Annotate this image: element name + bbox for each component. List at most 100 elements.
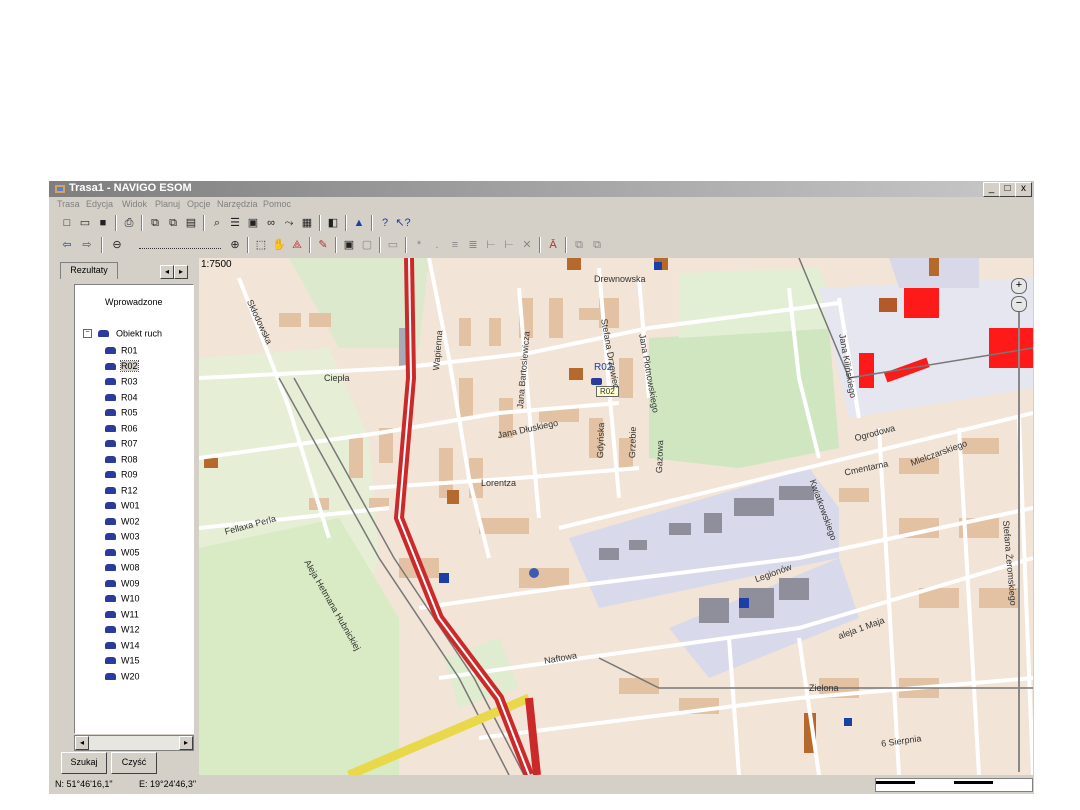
collapse-icon[interactable]: − (83, 329, 92, 339)
toolbar-separator (405, 237, 407, 253)
back-icon[interactable]: ⇦ (59, 237, 75, 253)
tree-node[interactable]: R03 (105, 376, 138, 390)
paste-icon[interactable]: ⧉ (165, 215, 181, 231)
toolbar-separator (203, 215, 205, 231)
scroll-right-button[interactable]: ▸ (179, 736, 193, 750)
tree-icon[interactable]: ⊢ (483, 237, 499, 253)
align-icon[interactable]: ≡ (447, 237, 463, 253)
navigo-icon[interactable]: ▲ (351, 215, 367, 231)
import-icon[interactable]: ⧉ (589, 237, 605, 253)
tree-node[interactable]: W10 (105, 593, 140, 607)
dot-icon[interactable]: . (429, 237, 445, 253)
zoom-track[interactable] (1018, 312, 1020, 772)
tree-node[interactable]: R08 (105, 454, 138, 468)
car-icon (105, 610, 116, 618)
tree-node[interactable]: W20 (105, 671, 140, 685)
tree-node[interactable]: W09 (105, 578, 140, 592)
select-icon[interactable]: ⬚ (253, 237, 269, 253)
message-icon[interactable]: ▭ (385, 237, 401, 253)
menu-edycja[interactable]: Edycja (86, 199, 113, 209)
horizontal-scrollbar[interactable]: ◂ ▸ (74, 735, 194, 751)
tree-node[interactable]: R01 (105, 345, 138, 359)
tree-node[interactable]: W14 (105, 640, 140, 654)
help-icon[interactable]: ? (377, 215, 393, 231)
menu-widok[interactable]: Widok (122, 199, 147, 209)
tree-node[interactable]: R07 (105, 438, 138, 452)
zoom-in-map-icon[interactable]: + (1011, 278, 1027, 294)
window-title: Trasa1 - NAVIGO ESOM (69, 182, 192, 194)
new-icon[interactable]: □ (59, 215, 75, 231)
tab-rezultaty[interactable]: Rezultaty (60, 262, 118, 279)
forward-icon[interactable]: ⇨ (79, 237, 95, 253)
tree-node[interactable]: R05 (105, 407, 138, 421)
zoom-out-map-icon[interactable]: − (1011, 296, 1027, 312)
tab-scroll-right-button[interactable]: ▸ (174, 265, 188, 279)
tree-node[interactable]: W02 (105, 516, 140, 530)
layers-icon[interactable]: ▣ (245, 215, 261, 231)
save-icon[interactable]: ■ (95, 215, 111, 231)
copy-icon[interactable]: ⧉ (147, 215, 163, 231)
menu-trasa[interactable]: Trasa (57, 199, 80, 209)
car-icon (105, 486, 116, 494)
car-icon (105, 378, 116, 386)
menu-opcje[interactable]: Opcje (187, 199, 211, 209)
menu-pomoc[interactable]: Pomoc (263, 199, 291, 209)
tree-node[interactable]: W08 (105, 562, 140, 576)
clear-button[interactable]: Czyść (111, 752, 157, 774)
car-icon (105, 362, 116, 370)
tree-node[interactable]: W12 (105, 624, 140, 638)
grid-icon[interactable]: ▦ (299, 215, 315, 231)
map-toolbar: ⇦ ⇨ ⊖ ⊕ ⬚ ✋ ⟁ ✎ ▣ ▢ ▭ * . ≡ ≣ ⊢ ⊢ ✕ Ā ⧉ … (49, 235, 1034, 255)
list-icon[interactable]: ☰ (227, 215, 243, 231)
zoom-in-icon[interactable]: ⊕ (227, 237, 243, 253)
tab-scroll-left-button[interactable]: ◂ (160, 265, 174, 279)
tree-node[interactable]: R12 (105, 485, 138, 499)
cut-icon[interactable]: ▤ (183, 215, 199, 231)
tree-node[interactable]: W01 (105, 500, 140, 514)
align2-icon[interactable]: ≣ (465, 237, 481, 253)
tree-node-label: W08 (121, 562, 140, 573)
menu-narzedzia[interactable]: Narzędzia (217, 199, 258, 209)
zoom-out-icon[interactable]: ⊖ (109, 237, 125, 253)
route-icon[interactable]: ⤳ (281, 215, 297, 231)
delete-icon[interactable]: ✕ (519, 237, 535, 253)
maximize-button[interactable]: □ (999, 182, 1016, 197)
menu-planuj[interactable]: Planuj (155, 199, 180, 209)
hand-icon[interactable]: ✋ (271, 237, 287, 253)
measure-icon[interactable]: ⟁ (289, 237, 305, 253)
tree-node[interactable]: R02 (105, 360, 139, 375)
map-view[interactable]: 1:7500 R02 R02 Drewnowska Ciepła Wapienn… (199, 258, 1033, 775)
open-icon[interactable]: ▭ (77, 215, 93, 231)
car-icon (105, 409, 116, 417)
tree-node[interactable]: W15 (105, 655, 140, 669)
tree-node[interactable]: W11 (105, 609, 139, 623)
print-icon[interactable]: ⎙ (121, 215, 137, 231)
car-icon (105, 579, 116, 587)
minimize-button[interactable]: _ (983, 182, 1000, 197)
tree2-icon[interactable]: ⊢ (501, 237, 517, 253)
screen-icon[interactable]: ◧ (325, 215, 341, 231)
close-button[interactable]: x (1015, 182, 1032, 197)
tree-node[interactable]: R04 (105, 392, 138, 406)
point-icon[interactable]: * (411, 237, 427, 253)
text-icon[interactable]: Ā (545, 237, 561, 253)
map-scale-label: 1:7500 (201, 259, 232, 270)
scroll-left-button[interactable]: ◂ (75, 736, 89, 750)
search-button[interactable]: Szukaj (61, 752, 107, 774)
draw-icon[interactable]: ✎ (315, 237, 331, 253)
tree-node[interactable]: R06 (105, 423, 138, 437)
street-label: Zielona (809, 683, 839, 693)
tree-node[interactable]: W05 (105, 547, 140, 561)
copy-map-icon[interactable]: ▢ (359, 237, 375, 253)
zoom-slider[interactable] (139, 242, 221, 249)
find-icon[interactable]: ⌕ (209, 215, 225, 231)
frame-icon[interactable]: ▣ (341, 237, 357, 253)
tree-node[interactable]: R09 (105, 469, 138, 483)
tree-group[interactable]: − Obiekt ruch (83, 328, 162, 339)
longitude-readout: E: 19°24'46,3" (139, 779, 197, 789)
export-icon[interactable]: ⧉ (571, 237, 587, 253)
tree-node[interactable]: W03 (105, 531, 140, 545)
binoculars-icon[interactable]: ∞ (263, 215, 279, 231)
context-help-icon[interactable]: ↖? (395, 215, 411, 231)
map-canvas[interactable] (199, 258, 1033, 775)
